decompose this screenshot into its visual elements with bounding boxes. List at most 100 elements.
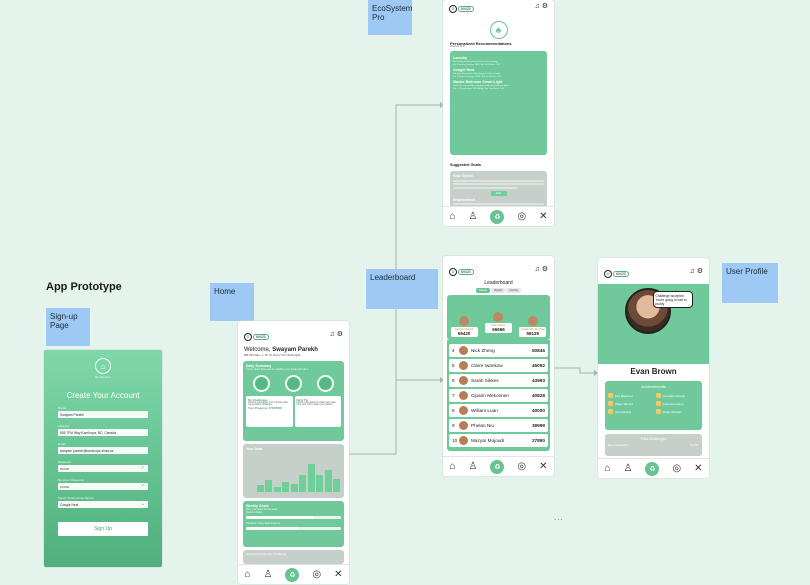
notification-icon[interactable]: ♫ xyxy=(535,3,540,10)
notification-icon[interactable]: ♫ xyxy=(330,331,335,338)
eco-tab-icon[interactable]: ♻ xyxy=(490,459,505,474)
avatar xyxy=(459,316,470,326)
notification-icon[interactable]: ♫ xyxy=(690,268,695,275)
gear-icon[interactable]: ⚙ xyxy=(542,266,548,273)
podium-entry[interactable]: Swayam Parekh 69420 xyxy=(450,316,478,337)
eco-tab-icon[interactable]: ♻ xyxy=(490,209,505,224)
tools-tab-icon[interactable]: ✕ xyxy=(539,211,547,222)
monthly-challenge-card[interactable]: Ecoburners Monthly Challenge xyxy=(243,550,344,564)
tools-tab-icon[interactable]: ✕ xyxy=(334,569,342,580)
achievement-item[interactable]: Upcyclitying xyxy=(608,409,652,414)
start-goal-button[interactable]: Start xyxy=(490,190,507,196)
tab-friends[interactable]: Friends xyxy=(475,288,491,293)
leaderboard-row[interactable]: 5 Claire Iwankow 45092 xyxy=(449,358,548,372)
target-tab-icon[interactable]: ◎ xyxy=(517,211,526,222)
podium-entry[interactable]: Evan Brown 66666 xyxy=(484,312,512,333)
daily-summary-card[interactable]: Daily Summary You're closer than ever to… xyxy=(243,361,344,441)
leaderboard-tab-icon[interactable]: ♙ xyxy=(469,211,478,222)
achievement-label: Compost Champ xyxy=(662,393,686,398)
home-tab-icon[interactable]: ⌂ xyxy=(449,211,455,222)
your-data-card[interactable]: Your Data xyxy=(243,444,344,498)
podium-entry[interactable]: Joseph Van Der Haar 58129 xyxy=(519,316,547,337)
target-tab-icon[interactable]: ◎ xyxy=(672,463,681,474)
tools-tab-icon[interactable]: ✕ xyxy=(539,461,547,472)
tab-country[interactable]: Country xyxy=(506,288,522,293)
usage-bar xyxy=(333,478,341,492)
rank: 4 xyxy=(452,347,455,353)
gear-icon[interactable]: ⚙ xyxy=(697,268,703,275)
achievement-item[interactable]: Water Wisdom xyxy=(655,409,700,414)
notification-icon[interactable]: ♫ xyxy=(535,266,540,273)
trophy-icon xyxy=(655,393,661,398)
user-icon[interactable]: ☺ xyxy=(244,333,252,341)
eco-tab-icon[interactable]: ♻ xyxy=(285,567,300,582)
recommendation-text: Set your thermostat a few degrees lower … xyxy=(453,73,501,75)
leaderboard-tab-icon[interactable]: ♙ xyxy=(264,569,273,580)
gear-icon[interactable]: ⚙ xyxy=(542,3,548,10)
player-score: 39999 xyxy=(531,422,545,428)
leaderboard-row[interactable]: 7 Ciparin Mekonnen 40828 xyxy=(449,388,548,402)
target-tab-icon[interactable]: ◎ xyxy=(517,461,526,472)
signup-input[interactable]: 805 TRU Way Kamloops, BC, Canada xyxy=(58,429,148,436)
user-icon[interactable]: ☺ xyxy=(604,270,612,278)
usage-bar-chart xyxy=(257,464,341,492)
signup-input[interactable]: Google Nest ⌄ xyxy=(58,501,148,508)
signup-input[interactable]: •••••••• ✓ xyxy=(58,465,148,472)
recommendations-card[interactable]: Laundry Do laundry on non-peak hours to s… xyxy=(450,51,547,155)
daily-tip-card[interactable]: Daily Tip Mount a rain barrel to collect… xyxy=(294,396,341,427)
signup-brand: EcoSystem xyxy=(95,375,111,379)
weekly-goals-card[interactable]: Weekly Goals Plan your goals for the wee… xyxy=(243,501,344,547)
leaderboard-frame: ☺ 69420 ♫ ⚙ Leaderboard Friends Region Coun… xyxy=(443,256,554,476)
avatar xyxy=(459,435,468,445)
user-icon[interactable]: ☺ xyxy=(449,268,457,276)
home-tab-icon[interactable]: ⌂ xyxy=(604,463,610,474)
leaderboard-row[interactable]: 10 Mazyar Mojoudi 27890 xyxy=(449,433,548,447)
profile-frame: ☺ 69420 ♫ ⚙ Challenge accepted You're goi… xyxy=(598,258,709,478)
eco-leaf-icon: ♣ xyxy=(489,21,508,39)
ecosystem-frame: ☺ 69420 ♫ ⚙ ♣ Personalized Recommendation… xyxy=(443,0,554,226)
signup-input[interactable]: swayam.parekh@kamloops.shaw.ca xyxy=(58,447,148,454)
eco-tab-icon[interactable]: ♻ xyxy=(645,461,660,476)
leaderboard-row[interactable]: 6 Sarah Sikkes 43993 xyxy=(449,373,548,387)
sticky-signup[interactable]: Sign-up Page xyxy=(46,308,90,346)
usage-bar xyxy=(273,486,281,492)
signup-input[interactable]: Swayam Parekh xyxy=(58,411,148,418)
tab-region[interactable]: Region xyxy=(491,288,506,293)
target-tab-icon[interactable]: ◎ xyxy=(312,569,321,580)
sticky-home[interactable]: Home xyxy=(210,283,254,321)
achievement-item[interactable]: Water Wizard xyxy=(608,401,652,406)
my-challenges-card[interactable]: My Challenges Good to accomplish your mo… xyxy=(246,396,293,427)
achievement-item[interactable]: Eco Beginner xyxy=(608,393,652,398)
achievement-item[interactable]: Compost Champ xyxy=(655,393,700,398)
bottom-tab-bar: ⌂ ♙ ♻ ◎ ✕ xyxy=(443,206,554,226)
leaderboard-row[interactable]: 9 Phelan Niu 39999 xyxy=(449,418,548,432)
avatar xyxy=(459,405,468,415)
sticky-ecosystem[interactable]: EcoSystem Pro xyxy=(368,0,412,35)
progress-ring xyxy=(316,375,334,392)
usage-bar xyxy=(324,470,332,492)
sticky-leaderboard[interactable]: Leaderboard xyxy=(366,269,438,309)
user-icon[interactable]: ☺ xyxy=(449,5,457,13)
leaderboard-tab-icon[interactable]: ♙ xyxy=(624,463,633,474)
sticky-profile[interactable]: User Profile xyxy=(722,263,778,303)
signup-input[interactable]: •••••••• ✓ xyxy=(58,483,148,490)
achievement-item[interactable]: Greenest Home xyxy=(655,401,700,406)
user-name: Swayam Parekh xyxy=(272,347,318,353)
home-tab-icon[interactable]: ⌂ xyxy=(244,569,250,580)
usage-bar xyxy=(299,475,307,492)
rank: 9 xyxy=(452,422,455,428)
tools-tab-icon[interactable]: ✕ xyxy=(694,463,702,474)
canvas-title: App Prototype xyxy=(46,281,122,293)
avatar xyxy=(527,316,538,326)
gear-icon[interactable]: ⚙ xyxy=(337,331,343,338)
sign-up-button[interactable]: Sign Up xyxy=(58,522,148,536)
past-challenges-card[interactable]: Past Challenges Best Competition You Win xyxy=(605,434,702,456)
daily-summary-subtitle: You're closer than ever to reaching your… xyxy=(246,368,309,371)
rank: 8 xyxy=(452,407,455,413)
home-tab-icon[interactable]: ⌂ xyxy=(449,461,455,472)
leaderboard-row[interactable]: 4 Nick Zheng 50845 xyxy=(449,343,548,357)
leaderboard-tab-icon[interactable]: ♙ xyxy=(469,461,478,472)
leaderboard-row[interactable]: 8 William Luan 40000 xyxy=(449,403,548,417)
achievements-card[interactable]: Achievements Eco Beginner Compost Champ Wa… xyxy=(605,381,702,430)
more-ellipsis[interactable]: ... xyxy=(554,513,564,522)
